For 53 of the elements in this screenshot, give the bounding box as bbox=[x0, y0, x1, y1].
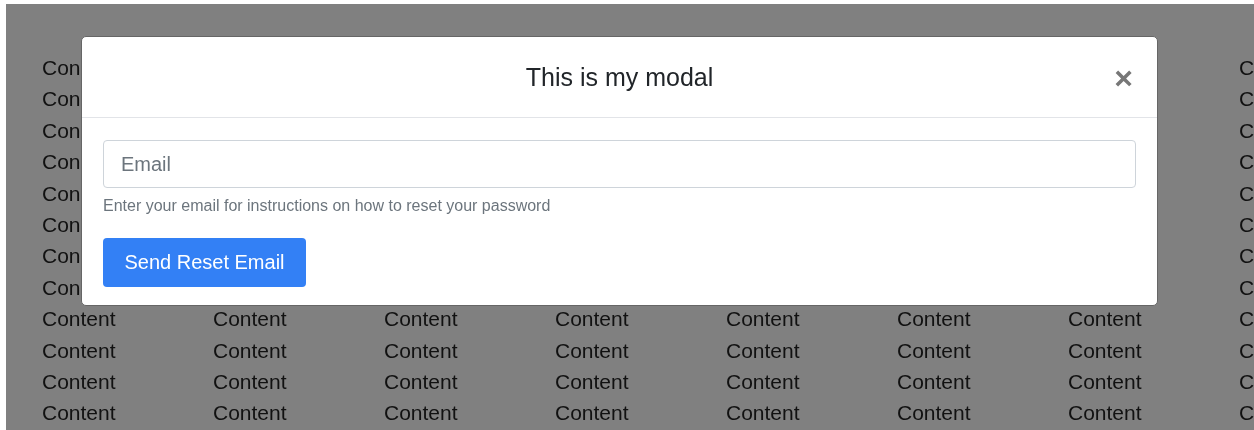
content-text: C bbox=[1239, 400, 1254, 427]
content-text: C bbox=[1239, 211, 1254, 238]
content-text: Content bbox=[555, 400, 629, 427]
content-text: Content bbox=[726, 400, 800, 427]
content-text: Content bbox=[384, 306, 458, 333]
content-text: Content bbox=[726, 368, 800, 395]
content-text: Content bbox=[42, 306, 116, 333]
content-text: Content bbox=[897, 337, 971, 364]
content-text: Content bbox=[1068, 368, 1142, 395]
content-text: Content bbox=[555, 337, 629, 364]
content-text: Content bbox=[384, 400, 458, 427]
content-text: Content bbox=[384, 368, 458, 395]
content-text: C bbox=[1239, 306, 1254, 333]
content-text: Content bbox=[1068, 400, 1142, 427]
content-text: Con bbox=[42, 86, 81, 113]
content-text: Content bbox=[726, 306, 800, 333]
send-reset-email-button[interactable]: Send Reset Email bbox=[103, 238, 306, 287]
content-text: Content bbox=[42, 400, 116, 427]
content-text: Content bbox=[726, 337, 800, 364]
content-text: C bbox=[1239, 149, 1254, 176]
close-button[interactable]: × bbox=[1110, 61, 1137, 95]
content-text: Con bbox=[42, 211, 81, 238]
content-text: C bbox=[1239, 368, 1254, 395]
email-field[interactable]: Email bbox=[103, 140, 1136, 188]
content-text: Con bbox=[42, 55, 81, 81]
content-text: Content bbox=[213, 337, 287, 364]
content-text: C bbox=[1239, 117, 1254, 144]
content-text: Con bbox=[42, 180, 81, 207]
content-text: Con bbox=[42, 274, 81, 301]
content-text: Con bbox=[42, 117, 81, 144]
content-text: C bbox=[1239, 274, 1254, 301]
content-text: Con bbox=[42, 243, 81, 270]
content-text: Content bbox=[1068, 337, 1142, 364]
content-text: Content bbox=[213, 368, 287, 395]
content-text: C bbox=[1239, 86, 1254, 113]
content-text: C bbox=[1239, 337, 1254, 364]
modal-title: This is my modal bbox=[525, 62, 714, 92]
help-text: Enter your email for instructions on how to reset your password bbox=[103, 196, 551, 216]
content-text: Content bbox=[384, 337, 458, 364]
content-text: Content bbox=[897, 368, 971, 395]
content-text: Content bbox=[555, 306, 629, 333]
content-text: Content bbox=[42, 368, 116, 395]
content-text: C bbox=[1239, 180, 1254, 207]
content-text: C bbox=[1239, 243, 1254, 270]
content-text: Content bbox=[897, 400, 971, 427]
content-text: Content bbox=[213, 400, 287, 427]
content-text: Content bbox=[897, 306, 971, 333]
content-text: Content bbox=[42, 337, 116, 364]
content-text: Content bbox=[1068, 306, 1142, 333]
content-text: Content bbox=[213, 306, 287, 333]
content-text: Content bbox=[555, 368, 629, 395]
content-text: Con bbox=[42, 149, 81, 176]
content-text: C bbox=[1239, 55, 1254, 81]
